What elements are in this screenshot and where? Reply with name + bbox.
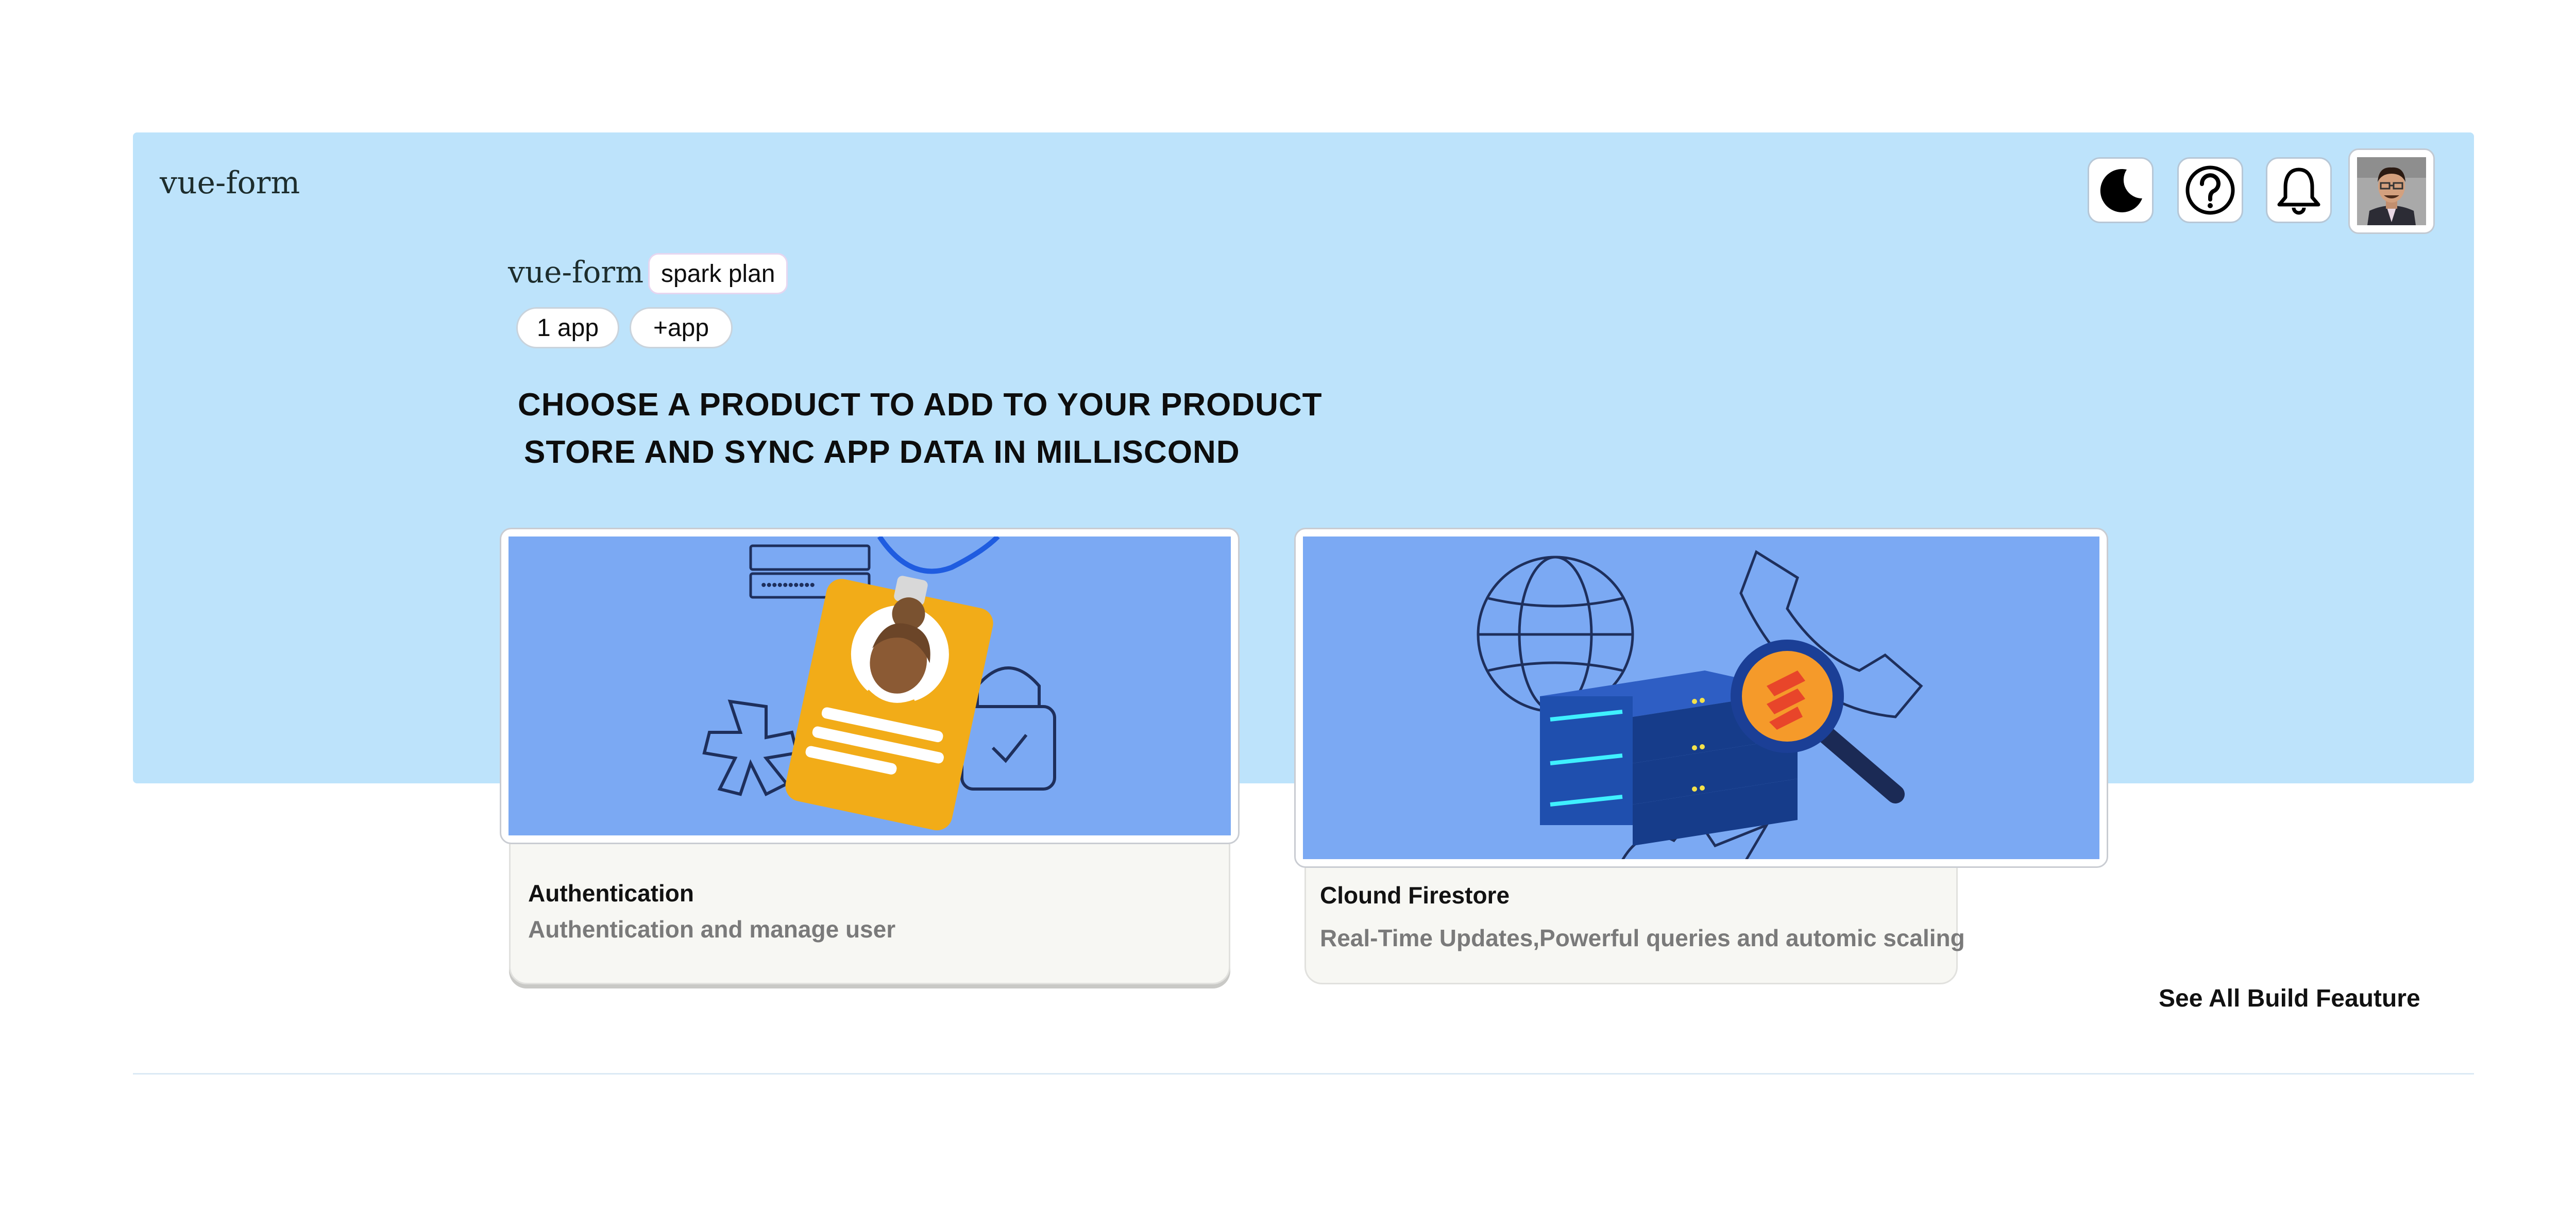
svg-text:••••••••••: •••••••••• — [761, 577, 815, 594]
firestore-card-image[interactable] — [1294, 528, 2108, 868]
id-badge-illustration: •••••••••• — [509, 537, 1231, 835]
avatar — [2357, 157, 2426, 225]
page-headline: CHOOSE A PRODUCT TO ADD TO YOUR PRODUCT … — [518, 381, 1394, 476]
see-all-features-link[interactable]: See All Build Feauture — [2159, 984, 2420, 1013]
app-count-pill[interactable]: 1 app — [516, 307, 619, 348]
theme-toggle-button[interactable] — [2088, 157, 2154, 223]
project-name: vue-form — [508, 255, 644, 290]
plan-badge[interactable]: spark plan — [648, 253, 788, 294]
brand-logo[interactable]: vue-form — [160, 165, 300, 201]
card-title: Authentication — [528, 880, 694, 907]
card-description: Authentication and manage user — [528, 916, 896, 943]
add-app-button[interactable]: +app — [630, 307, 733, 348]
headline-line-2: STORE AND SYNC APP DATA IN MILLISCOND — [524, 434, 1240, 470]
server-database-illustration — [1303, 537, 2099, 859]
moon-icon — [2100, 169, 2142, 212]
authentication-card-image[interactable]: •••••••••• — [500, 528, 1240, 844]
help-circle-icon — [2185, 165, 2235, 215]
bottom-divider — [133, 1073, 2474, 1075]
user-avatar-button[interactable] — [2348, 148, 2435, 234]
notifications-button[interactable] — [2266, 157, 2332, 223]
card-description: Real-Time Updates,Powerful queries and a… — [1320, 925, 1965, 951]
card-title: Clound Firestore — [1320, 882, 1510, 909]
bell-icon — [2277, 167, 2320, 215]
headline-line-1: CHOOSE A PRODUCT TO ADD TO YOUR PRODUCT — [518, 387, 1323, 423]
help-button[interactable] — [2177, 157, 2243, 223]
authentication-card[interactable] — [509, 835, 1230, 984]
